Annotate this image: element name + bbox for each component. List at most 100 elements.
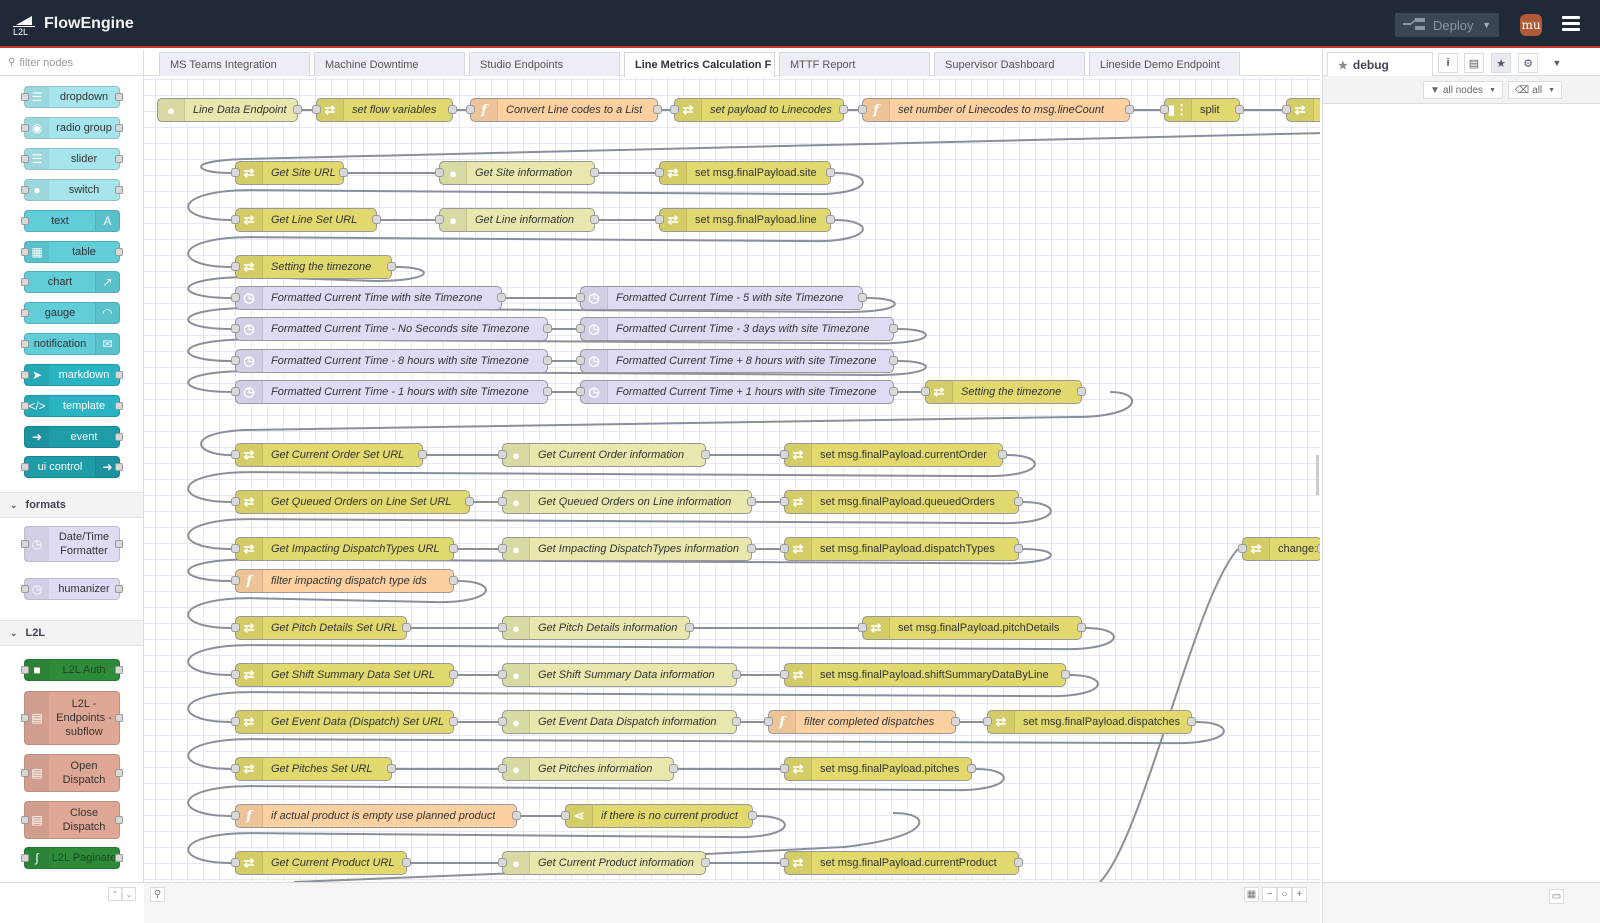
palette-node-l2l-auth[interactable]: ■ L2L Auth — [21, 659, 123, 681]
tab-studio-endpoints[interactable]: Studio Endpoints — [469, 52, 620, 76]
palette-node-date-time-formatter[interactable]: ◷ Date/Time Formatter — [21, 526, 123, 562]
filter-nodes-input[interactable]: ⚲ filter nodes — [0, 50, 143, 76]
expand-all-icon[interactable]: ⌄ — [122, 887, 136, 901]
flow-node-function[interactable]: f filter completed dispatches — [764, 710, 960, 734]
input-port[interactable] — [576, 293, 585, 302]
input-port[interactable] — [231, 324, 240, 333]
tab-machine-downtime[interactable]: Machine Downtime — [314, 52, 465, 76]
flow-node-change[interactable]: ⇄ Get Event Data (Dispatch) Set URL — [231, 710, 458, 734]
flow-node-formatter[interactable]: ◷ Formatted Current Time - 3 days with si… — [576, 317, 898, 341]
palette-node-dropdown[interactable]: ☰ dropdown — [21, 86, 123, 108]
deploy-button[interactable]: Deploy ▼ — [1395, 13, 1499, 37]
flow-node-change[interactable]: ⇄ Get Current Order Set URL — [231, 443, 427, 467]
output-port[interactable] — [590, 168, 599, 177]
palette-category-l2l[interactable]: ⌄ L2L — [0, 620, 143, 646]
output-port[interactable] — [1061, 670, 1070, 679]
sidebar-resize-handle[interactable] — [1316, 455, 1319, 495]
flow-node-change[interactable]: ⇄ set msg.finalPayload.currentOrder — [780, 443, 1007, 467]
input-port[interactable] — [498, 858, 507, 867]
input-port[interactable] — [655, 168, 664, 177]
palette-node-gauge[interactable]: ◠ gauge — [21, 302, 120, 324]
palette-node-chart[interactable]: ↗ chart — [21, 271, 120, 293]
output-port[interactable] — [701, 450, 710, 459]
flow-node-http[interactable]: ● Get Current Order information — [498, 443, 710, 467]
output-port[interactable] — [889, 356, 898, 365]
tab-mttf-report[interactable]: MTTF Report — [779, 52, 930, 76]
input-port[interactable] — [858, 105, 867, 114]
output-port[interactable] — [732, 670, 741, 679]
input-port[interactable] — [435, 168, 444, 177]
palette-node-l2l-paginate[interactable]: ∫ L2L Paginate — [21, 847, 123, 869]
tab-supervisor-dashboard[interactable]: Supervisor Dashboard — [934, 52, 1085, 76]
flow-node-http[interactable]: ● Get Current Product information — [498, 851, 710, 875]
output-port[interactable] — [826, 168, 835, 177]
flow-node-change[interactable]: ⇄ Get Line Set URL — [231, 208, 381, 232]
palette-node-close-dispatch[interactable]: ▤ Close Dispatch — [21, 801, 123, 839]
debug-bug-icon[interactable]: ★ — [1491, 53, 1511, 73]
input-port[interactable] — [231, 168, 240, 177]
settings-gear-icon[interactable]: ⚙ — [1518, 53, 1538, 73]
output-port[interactable] — [543, 356, 552, 365]
flow-node-change[interactable]: ⇄ set msg.finalPayload.dispatchTypes — [780, 537, 1023, 561]
flow-node-change[interactable]: ⇄ Setting the timezone — [231, 255, 396, 279]
flow-node-http[interactable]: ● Get Pitch Details information — [498, 616, 694, 640]
output-port[interactable] — [1125, 105, 1134, 114]
flow-node-change[interactable]: ⇄ set msg.finalPayload.currentProduct — [780, 851, 1023, 875]
input-port[interactable] — [498, 450, 507, 459]
input-port[interactable] — [312, 105, 321, 114]
user-avatar[interactable]: mu — [1520, 14, 1542, 36]
output-port[interactable] — [839, 105, 848, 114]
output-port[interactable] — [512, 811, 521, 820]
flow-node-change[interactable]: ⇄ Get Impacting DispatchTypes URL — [231, 537, 458, 561]
output-port[interactable] — [387, 262, 396, 271]
input-port[interactable] — [858, 623, 867, 632]
flow-node-change[interactable]: ⇄ set msg.finalPayload.pitchDetails — [858, 616, 1086, 640]
flow-workspace[interactable]: ● Line Data Endpoint ⇄ set flow variables f C… — [144, 77, 1320, 882]
flow-node-switch[interactable]: ⋖ if there is no current product — [561, 804, 757, 828]
flow-node-change[interactable]: ⇄ Get Pitch Details Set URL — [231, 616, 411, 640]
flow-node-change[interactable]: ⇄ set msg.finalPayload.queuedOrders — [780, 490, 1023, 514]
input-port[interactable] — [231, 215, 240, 224]
tab-line-metrics-calculation-f[interactable]: Line Metrics Calculation F — [624, 52, 775, 77]
output-port[interactable] — [889, 387, 898, 396]
palette-node-l2l-endpoints-subflow[interactable]: ▤ L2L - Endpoints - subflow — [21, 691, 123, 745]
output-port[interactable] — [1014, 544, 1023, 553]
palette-node-event[interactable]: ➜ event — [24, 426, 123, 448]
palette-node-radio-group[interactable]: ◉ radio group — [21, 117, 123, 139]
input-port[interactable] — [498, 764, 507, 773]
output-port[interactable] — [747, 544, 756, 553]
input-port[interactable] — [780, 764, 789, 773]
input-port[interactable] — [498, 497, 507, 506]
sidebar-menu-caret-icon[interactable]: ▼ — [1547, 53, 1567, 73]
output-port[interactable] — [448, 105, 457, 114]
output-port[interactable] — [669, 764, 678, 773]
output-port[interactable] — [543, 387, 552, 396]
palette-node-switch[interactable]: ● switch — [21, 179, 123, 201]
output-port[interactable] — [998, 450, 1007, 459]
flow-node-change[interactable]: ⇄ Setting the timezone — [921, 380, 1086, 404]
input-port[interactable] — [780, 858, 789, 867]
output-port[interactable] — [449, 670, 458, 679]
flow-node-formatter[interactable]: ◷ Formatted Current Time + 8 hours with s… — [576, 349, 898, 373]
flow-node-function[interactable]: f Convert Line codes to a List — [466, 98, 662, 122]
input-port[interactable] — [655, 215, 664, 224]
palette-node-table[interactable]: ▦ table — [21, 241, 123, 263]
output-port[interactable] — [1317, 544, 1320, 553]
output-port[interactable] — [685, 623, 694, 632]
output-port[interactable] — [372, 215, 381, 224]
input-port[interactable] — [498, 623, 507, 632]
input-port[interactable] — [576, 324, 585, 333]
input-port[interactable] — [231, 262, 240, 271]
tab-lineside-demo-endpoint[interactable]: Lineside Demo Endpoint — [1089, 52, 1240, 76]
debug-clear-select[interactable]: ⌫ all ▼ — [1508, 81, 1563, 99]
output-port[interactable] — [701, 858, 710, 867]
output-port[interactable] — [653, 105, 662, 114]
flow-node-change[interactable]: ⇄ set msg.finalPayload.pitches — [780, 757, 976, 781]
flow-node-change[interactable]: ⇄ Get Site URL — [231, 161, 348, 185]
zoom-reset-icon[interactable]: ○ — [1277, 887, 1292, 902]
zoom-out-icon[interactable]: − — [1262, 887, 1277, 902]
flow-node-change[interactable]: ⇄ set payload to Linecodes — [670, 98, 848, 122]
palette-category-formats[interactable]: ⌄ formats — [0, 492, 143, 518]
palette-node-template[interactable]: </> template — [21, 395, 123, 417]
input-port[interactable] — [780, 497, 789, 506]
